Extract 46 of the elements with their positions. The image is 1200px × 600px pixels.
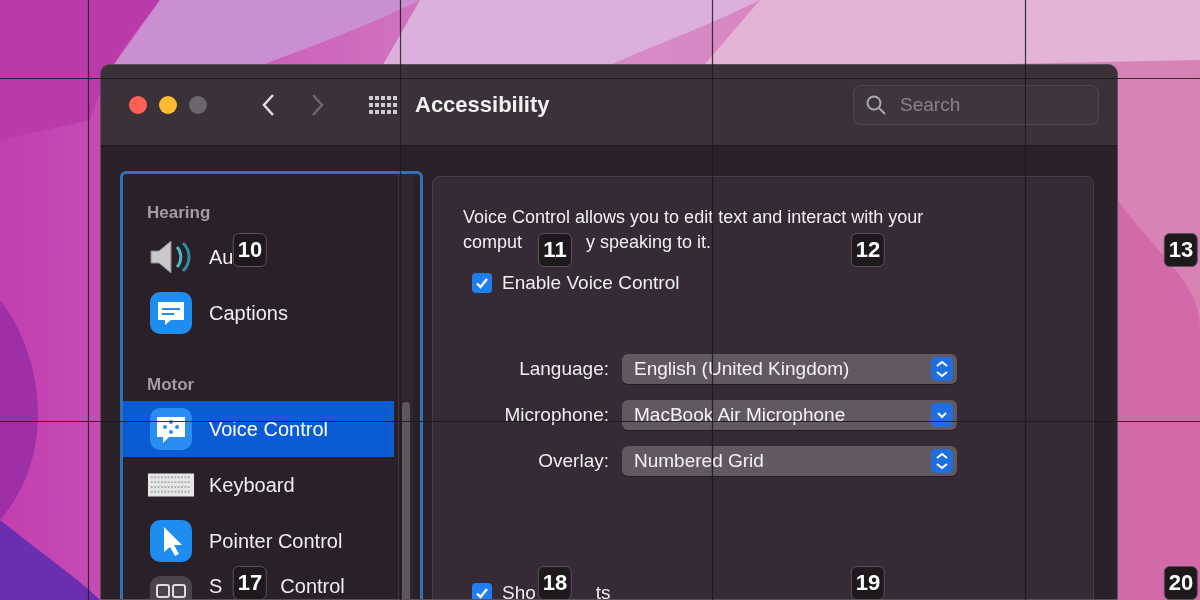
grid-number: 10 — [232, 233, 268, 267]
grid-number: 11 — [538, 233, 572, 267]
section-heading: Hearing — [147, 202, 212, 224]
grid-number: 19 — [850, 566, 886, 600]
sidebar-item[interactable]: Keyboard — [123, 457, 295, 513]
section-heading: Motor — [147, 374, 196, 396]
back-icon[interactable] — [261, 93, 275, 117]
minimize-button[interactable] — [159, 96, 177, 114]
search-field[interactable]: Search — [853, 85, 1099, 125]
sidebar-item[interactable]: Pointer Control — [123, 513, 343, 569]
sidebar-item[interactable]: Voice Control — [123, 401, 394, 457]
grid-number: 18 — [537, 566, 573, 600]
up-down-chevron-icon — [934, 451, 950, 471]
checkbox-label[interactable]: ts — [595, 582, 611, 599]
description-text: Voice Control allows you to edit text and interact with your — [463, 207, 924, 227]
sidebar-item[interactable]: S — [209, 575, 223, 597]
description-text: y speaking to it. — [586, 232, 712, 252]
checkbox-label[interactable]: Sho — [502, 582, 536, 599]
up-down-chevron-icon — [934, 359, 950, 379]
checkmark-icon — [475, 276, 489, 290]
grid-number: 13 — [1163, 233, 1199, 267]
grid-number: 12 — [850, 233, 886, 267]
scrollbar-thumb[interactable] — [402, 402, 410, 599]
checkmark-icon — [475, 586, 489, 599]
grid-number: 17 — [232, 566, 268, 600]
search-icon — [866, 95, 886, 115]
popup-menu[interactable]: English (United Kingdom) — [622, 354, 957, 384]
sidebar-item[interactable]: Captions — [123, 285, 288, 341]
popup-menu[interactable]: MacBook Air Microphone — [622, 400, 957, 430]
popup-menu[interactable]: Numbered Grid — [622, 446, 957, 476]
window-title: Accessibility — [415, 92, 550, 118]
setting-label: Microphone: — [503, 403, 609, 427]
voice-control-icon — [149, 407, 193, 451]
checkbox[interactable] — [472, 583, 492, 599]
checkbox-label[interactable]: Enable Voice Control — [502, 272, 680, 294]
setting-label: Overlay: — [537, 449, 609, 473]
pointer-icon — [149, 519, 193, 563]
sidebar-item[interactable]: Control — [280, 575, 345, 597]
show-all-grid-icon[interactable] — [369, 95, 397, 115]
checkbox[interactable] — [472, 273, 492, 293]
close-button[interactable] — [129, 96, 147, 114]
description-text: comput — [463, 232, 523, 252]
setting-label: Language: — [518, 357, 609, 381]
sidebar-item[interactable]: Au — [123, 229, 234, 285]
captions-icon — [149, 291, 193, 335]
grid-number: 20 — [1163, 566, 1199, 600]
